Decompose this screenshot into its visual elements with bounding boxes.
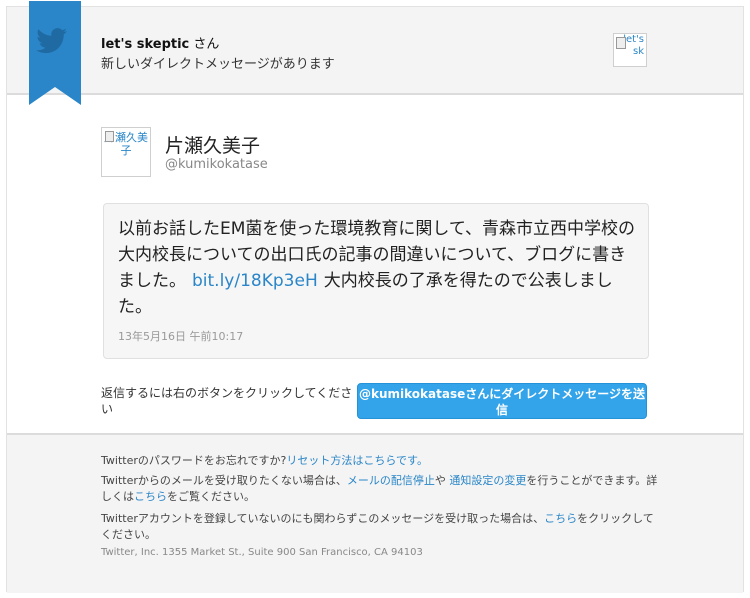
footer-unsub-mid: や bbox=[434, 474, 446, 487]
sender-name: 片瀬久美子 bbox=[165, 135, 261, 157]
email-header: let's skeptic さん 新しいダイレクトメッセージがあります let'… bbox=[7, 7, 743, 95]
email-frame: let's skeptic さん 新しいダイレクトメッセージがあります let'… bbox=[6, 1, 744, 593]
message-text: 以前お話したEM菌を使った環境教育に関して、青森市立西中学校の大内校長についての… bbox=[118, 216, 638, 320]
sender-handle: @kumikokatase bbox=[165, 157, 268, 172]
header-sender: let's skeptic さん bbox=[101, 33, 219, 52]
reply-label: 返信するには右のボタンをクリックしてください bbox=[101, 386, 353, 416]
footer-address: Twitter, Inc. 1355 Market St., Suite 900… bbox=[101, 547, 423, 558]
twitter-ribbon bbox=[29, 1, 81, 105]
footer-unregistered-line: Twitterアカウントを登録していないのにも関わらずこのメッセージを受け取った… bbox=[101, 511, 661, 543]
broken-image-icon bbox=[105, 131, 114, 142]
footer-password-line: Twitterのパスワードをお忘れですか?リセット方法はこちらです。 bbox=[101, 453, 661, 469]
header-sender-name: let's skeptic bbox=[101, 37, 190, 52]
notification-settings-link[interactable]: 通知設定の変更 bbox=[449, 474, 526, 487]
broken-image-icon bbox=[616, 37, 626, 49]
reset-password-link[interactable]: リセット方法はこちらです。 bbox=[286, 454, 428, 467]
email-footer: Twitterのパスワードをお忘れですか?リセット方法はこちらです。 Twitt… bbox=[7, 433, 743, 593]
footer-not-registered: Twitterアカウントを登録していないのにも関わらずこのメッセージを受け取った… bbox=[101, 512, 545, 525]
header-subtitle: 新しいダイレクトメッセージがあります bbox=[101, 57, 335, 72]
message-link[interactable]: bit.ly/18Kp3eH bbox=[192, 271, 318, 291]
details-link[interactable]: こちら bbox=[134, 490, 167, 503]
header-sender-suffix: さん bbox=[193, 37, 220, 52]
send-direct-message-button[interactable]: @kumikokataseさんにダイレクトメッセージを送信 bbox=[357, 383, 647, 419]
header-avatar[interactable]: let's sk bbox=[613, 33, 647, 67]
footer-unsubscribe-line: Twitterからのメールを受け取りたくない場合は、メールの配信停止や 通知設定… bbox=[101, 473, 661, 505]
report-link[interactable]: こちら bbox=[544, 512, 577, 525]
message-card: 以前お話したEM菌を使った環境教育に関して、青森市立西中学校の大内校長についての… bbox=[103, 203, 649, 359]
message-timestamp: 13年5月16日 午前10:17 bbox=[118, 330, 244, 343]
header-avatar-alt: let's sk bbox=[623, 34, 644, 57]
sender-avatar[interactable]: 片瀬久美子 bbox=[101, 127, 151, 177]
footer-unsub-end: をご覧ください。 bbox=[167, 490, 255, 503]
footer-forgot-text: Twitterのパスワードをお忘れですか? bbox=[101, 454, 287, 467]
unsubscribe-link[interactable]: メールの配信停止 bbox=[347, 474, 435, 487]
footer-unsub-prefix: Twitterからのメールを受け取りたくない場合は、 bbox=[101, 474, 347, 487]
